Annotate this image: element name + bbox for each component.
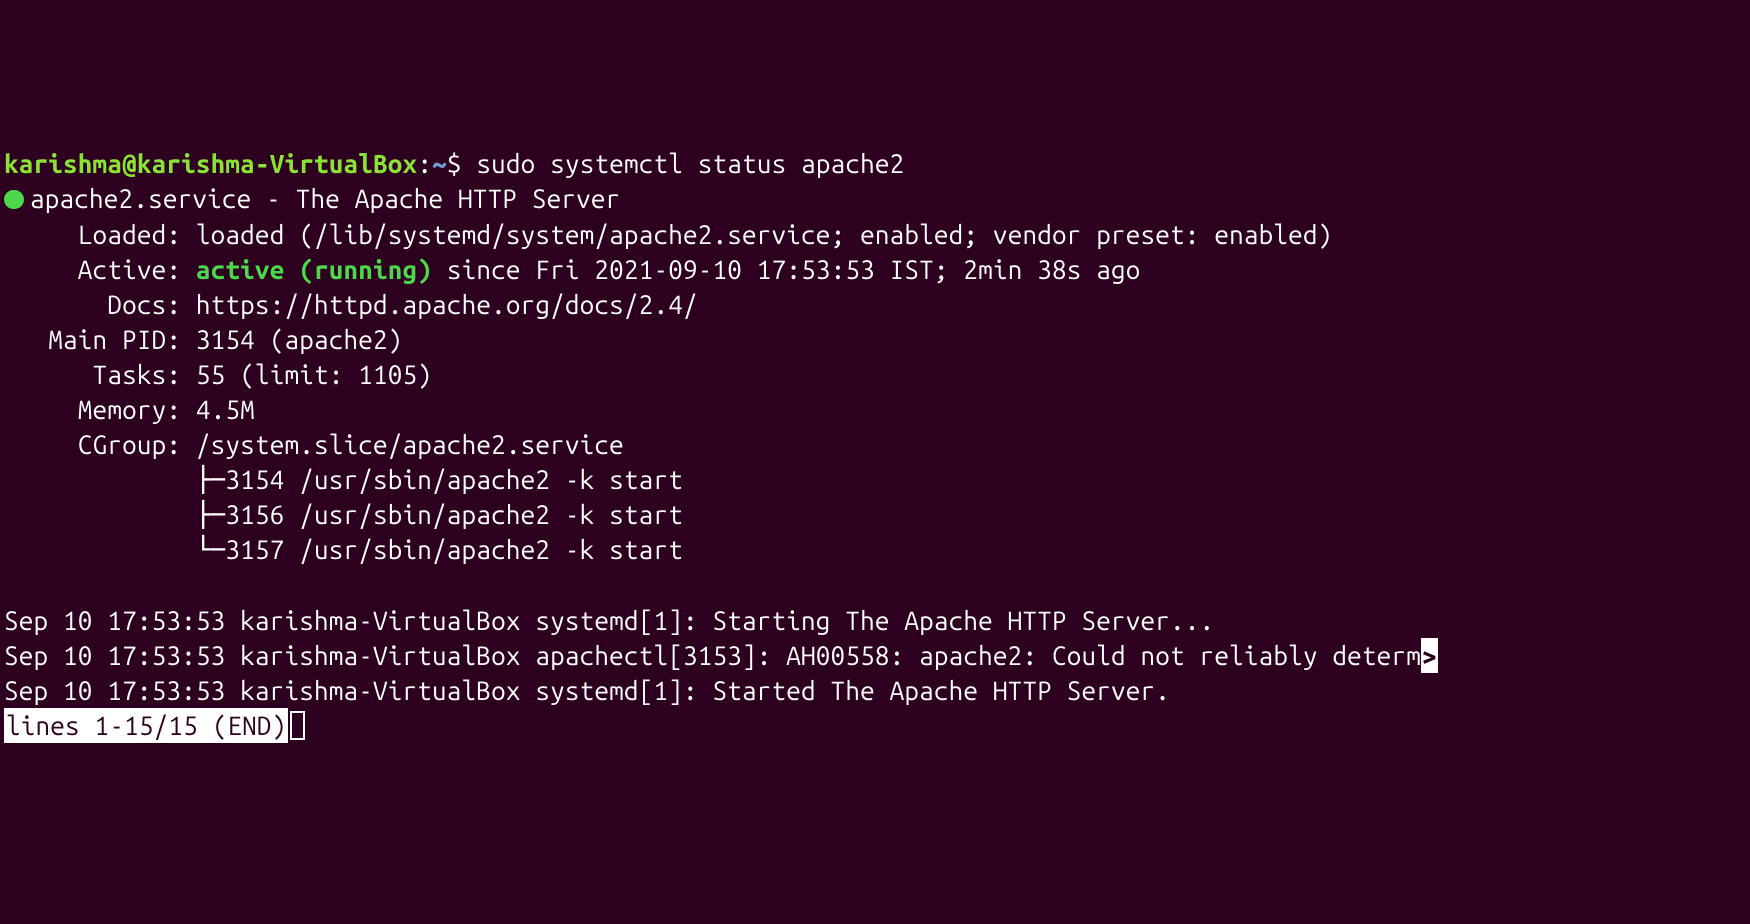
tasks-line: Tasks: 55 (limit: 1105) xyxy=(4,360,432,389)
mainpid-line: Main PID: 3154 (apache2) xyxy=(4,325,403,354)
active-label: Active: xyxy=(4,255,196,284)
prompt-line: karishma@karishma-VirtualBox:~$ sudo sys… xyxy=(4,149,904,178)
cgroup-proc-3: └─3157 /usr/sbin/apache2 -k start xyxy=(4,535,683,564)
active-line: Active: active (running) since Fri 2021-… xyxy=(4,255,1141,284)
docs-line: Docs: https://httpd.apache.org/docs/2.4/ xyxy=(4,290,698,319)
loaded-value: loaded (/lib/systemd/system/apache2.serv… xyxy=(196,220,1333,249)
active-since: since Fri 2021-09-10 17:53:53 IST; 2min … xyxy=(432,255,1140,284)
prompt-host: karishma-VirtualBox xyxy=(137,149,417,178)
command-text: sudo systemctl status apache2 xyxy=(476,149,904,178)
truncate-icon: > xyxy=(1421,638,1438,673)
log-line-3: Sep 10 17:53:53 karishma-VirtualBox syst… xyxy=(4,676,1170,705)
docs-label: Docs: xyxy=(4,290,196,319)
prompt-user: karishma xyxy=(4,149,122,178)
log-line-1: Sep 10 17:53:53 karishma-VirtualBox syst… xyxy=(4,606,1214,635)
tasks-value: 55 (limit: 1105) xyxy=(196,360,432,389)
prompt-colon: : xyxy=(417,149,432,178)
log-line-2-text: Sep 10 17:53:53 karishma-VirtualBox apac… xyxy=(4,641,1421,670)
cgroup-proc-1: ├─3154 /usr/sbin/apache2 -k start xyxy=(4,465,683,494)
prompt-path: ~ xyxy=(432,149,447,178)
cgroup-proc-2: ├─3156 /usr/sbin/apache2 -k start xyxy=(4,500,683,529)
memory-value: 4.5M xyxy=(196,395,255,424)
docs-value: https://httpd.apache.org/docs/2.4/ xyxy=(196,290,698,319)
cgroup-value: /system.slice/apache2.service xyxy=(196,430,624,459)
active-state: active (running) xyxy=(196,255,432,284)
prompt-at: @ xyxy=(122,149,137,178)
mainpid-value: 3154 (apache2) xyxy=(196,325,403,354)
loaded-line: Loaded: loaded (/lib/systemd/system/apac… xyxy=(4,220,1332,249)
cgroup-line: CGroup: /system.slice/apache2.service xyxy=(4,430,624,459)
cursor-icon xyxy=(290,711,304,740)
memory-line: Memory: 4.5M xyxy=(4,395,255,424)
log-line-2: Sep 10 17:53:53 karishma-VirtualBox apac… xyxy=(4,641,1438,670)
prompt-symbol: $ xyxy=(447,149,462,178)
pager-status: lines 1-15/15 (END) xyxy=(4,708,288,743)
status-dot-icon xyxy=(4,190,24,210)
cgroup-label: CGroup: xyxy=(4,430,196,459)
loaded-label: Loaded: xyxy=(4,220,196,249)
service-name: apache2.service xyxy=(30,184,251,213)
service-header: apache2.service - The Apache HTTP Server xyxy=(4,184,620,213)
memory-label: Memory: xyxy=(4,395,196,424)
pager-line: lines 1-15/15 (END) xyxy=(4,711,305,740)
mainpid-label: Main PID: xyxy=(4,325,196,354)
service-dash: - xyxy=(251,184,295,213)
service-desc: The Apache HTTP Server xyxy=(296,184,621,213)
terminal-output[interactable]: karishma@karishma-VirtualBox:~$ sudo sys… xyxy=(4,146,1746,743)
tasks-label: Tasks: xyxy=(4,360,196,389)
